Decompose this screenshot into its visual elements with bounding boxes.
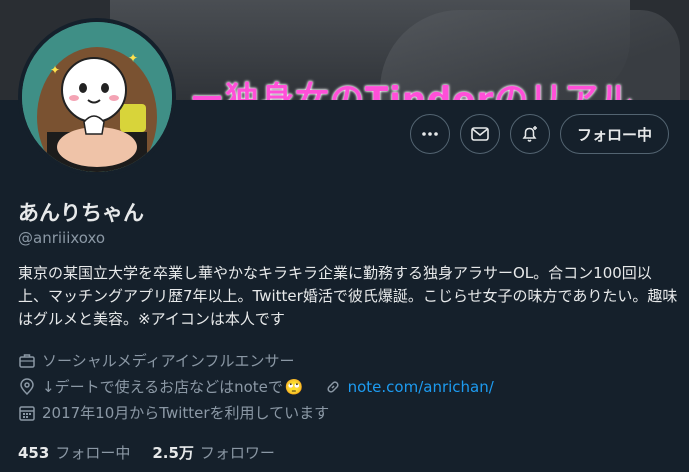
profile-stats: 453 フォロー中 2.5万 フォロワー [18, 442, 275, 463]
display-name: あんりちゃん [18, 201, 144, 225]
svg-text:✦: ✦ [128, 51, 138, 65]
profile-bio: 東京の某国立大学を卒業し華やかなキラキラ企業に勤務する独身アラサーOL。合コン1… [18, 264, 678, 328]
avatar[interactable]: ✦ ✦ [18, 18, 176, 176]
following-label: フォロー中 [55, 444, 131, 462]
followers-count: 2.5万 [152, 444, 194, 462]
profile-category-row: ソーシャルメディアインフルエンサー [18, 350, 294, 371]
avatar-image: ✦ ✦ [22, 22, 172, 172]
eye-roll-emoji-icon: 🙄 [284, 377, 304, 396]
profile-location: ↓デートで使えるお店などはnoteで [42, 378, 283, 396]
calendar-icon [19, 405, 35, 421]
profile-website-link[interactable]: note.com/anrichan/ [348, 378, 494, 396]
banner-text: ー独身女のTinderのリアル [190, 80, 634, 100]
user-handle: @anriiixoxo [18, 229, 106, 247]
link-icon [327, 380, 339, 393]
followers-stat[interactable]: 2.5万 フォロワー [152, 442, 275, 463]
mail-icon [471, 127, 489, 141]
following-button[interactable]: フォロー中 [559, 114, 669, 154]
profile-joined-row: 2017年10月からTwitterを利用しています [18, 402, 329, 423]
message-button[interactable] [459, 114, 500, 154]
following-count: 453 [18, 444, 50, 462]
location-icon [20, 377, 34, 395]
profile-category: ソーシャルメディアインフルエンサー [42, 352, 295, 370]
profile-joined-date: 2017年10月からTwitterを利用しています [42, 404, 330, 422]
svg-text:✦: ✦ [50, 63, 60, 77]
followers-label: フォロワー [199, 444, 275, 462]
profile-actions: フォロー中 [409, 114, 669, 154]
more-icon [422, 132, 438, 136]
briefcase-icon [19, 353, 35, 368]
profile-location-row: ↓デートで使えるお店などはnoteで 🙄 note.com/anrichan/ [18, 376, 494, 397]
more-button[interactable] [409, 114, 450, 154]
following-stat[interactable]: 453 フォロー中 [18, 442, 130, 463]
bell-plus-icon [522, 126, 537, 142]
notify-button[interactable] [509, 114, 550, 154]
